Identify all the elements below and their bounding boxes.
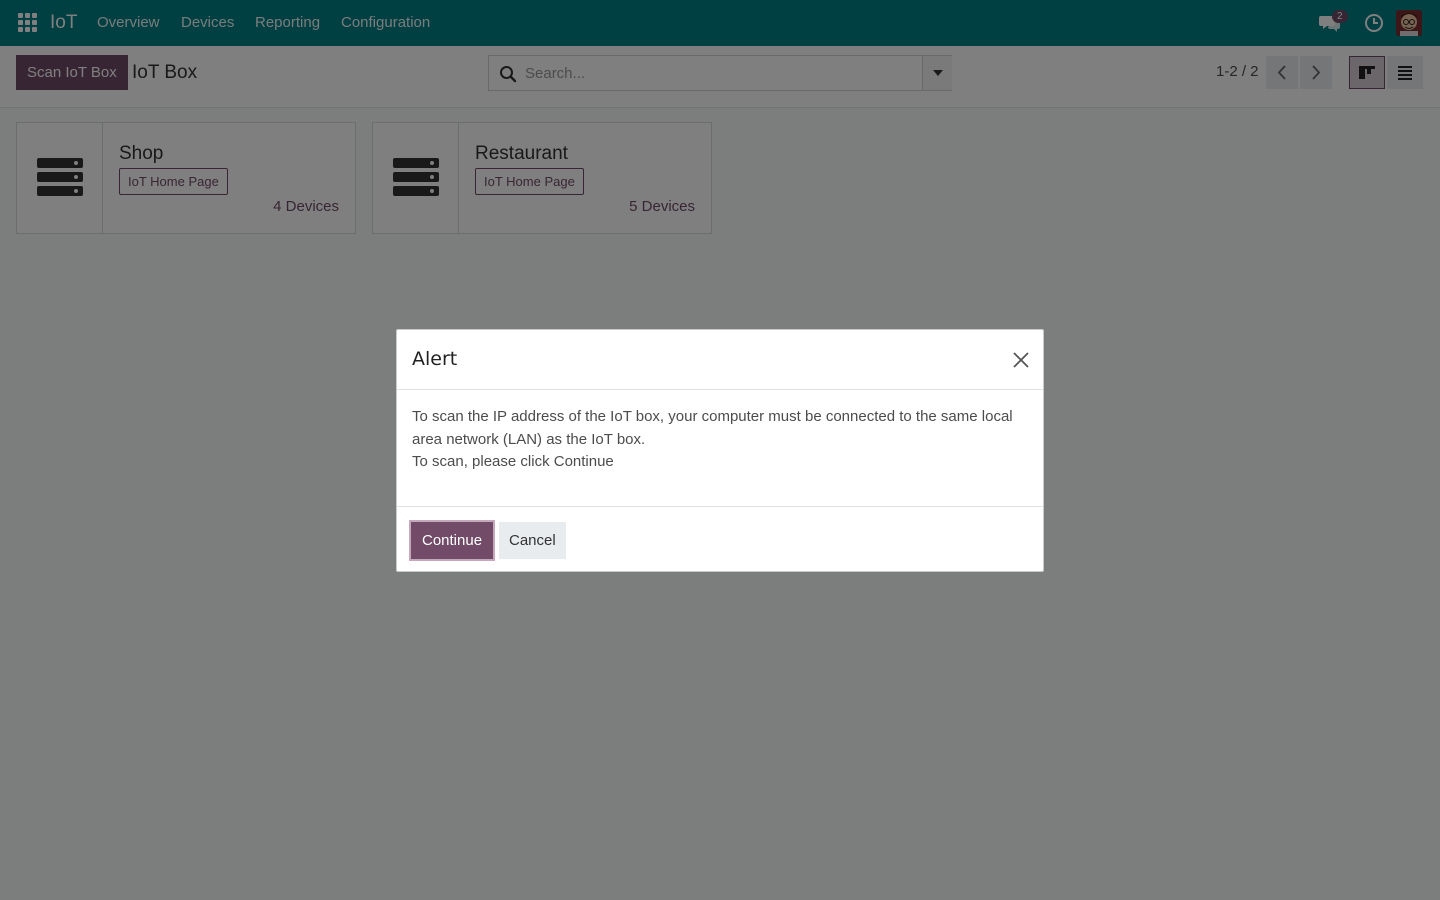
dialog-header: Alert <box>397 330 1043 390</box>
dialog-message-line2: To scan, please click Continue <box>412 453 614 470</box>
dialog-footer: Continue Cancel <box>397 506 1043 572</box>
dialog-message-line1: To scan the IP address of the IoT box, y… <box>412 408 1013 448</box>
dialog-body: To scan the IP address of the IoT box, y… <box>412 406 1028 474</box>
alert-dialog: Alert To scan the IP address of the IoT … <box>396 329 1044 572</box>
continue-button[interactable]: Continue <box>411 522 494 559</box>
cancel-button[interactable]: Cancel <box>499 522 566 559</box>
dialog-title: Alert <box>412 348 458 370</box>
close-icon[interactable] <box>1011 350 1031 370</box>
